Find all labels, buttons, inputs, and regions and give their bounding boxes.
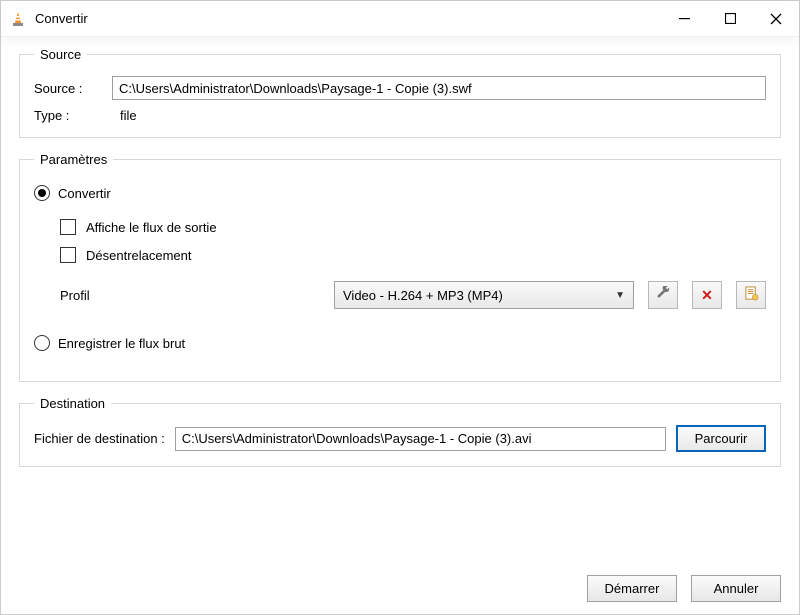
start-button-label: Démarrer [605, 581, 660, 596]
destination-input[interactable] [175, 427, 666, 451]
titlebar: Convertir [1, 1, 799, 37]
minimize-button[interactable] [661, 1, 707, 36]
profile-select-value: Video - H.264 + MP3 (MP4) [343, 288, 503, 303]
profile-label: Profil [60, 288, 130, 303]
maximize-button[interactable] [707, 1, 753, 36]
source-legend: Source [34, 47, 87, 62]
source-label: Source : [34, 81, 104, 96]
vlc-icon [9, 10, 27, 28]
browse-button-label: Parcourir [695, 431, 748, 446]
start-button[interactable]: Démarrer [587, 575, 677, 602]
destination-legend: Destination [34, 396, 111, 411]
raw-radio-row[interactable]: Enregistrer le flux brut [34, 335, 766, 351]
convert-radio[interactable] [34, 185, 50, 201]
close-button[interactable] [753, 1, 799, 36]
convert-sub-options: Affiche le flux de sortie Désentrelaceme… [60, 219, 766, 263]
cancel-button-label: Annuler [714, 581, 759, 596]
type-label: Type : [34, 108, 104, 123]
show-output-label: Affiche le flux de sortie [86, 220, 217, 235]
profile-select[interactable]: Video - H.264 + MP3 (MP4) ▼ [334, 281, 634, 309]
deinterlace-label: Désentrelacement [86, 248, 192, 263]
type-row: Type : file [34, 108, 766, 123]
delete-icon: ✕ [701, 287, 713, 304]
convert-radio-row[interactable]: Convertir [34, 185, 766, 201]
cancel-button[interactable]: Annuler [691, 575, 781, 602]
parameters-group: Paramètres Convertir Affiche le flux de … [19, 152, 781, 382]
show-output-row[interactable]: Affiche le flux de sortie [60, 219, 766, 235]
new-profile-button[interactable] [736, 281, 766, 309]
source-row: Source : [34, 76, 766, 100]
type-value: file [120, 108, 137, 123]
parameters-legend: Paramètres [34, 152, 113, 167]
raw-radio-label: Enregistrer le flux brut [58, 336, 185, 351]
edit-profile-button[interactable] [648, 281, 678, 309]
source-group: Source Source : Type : file [19, 47, 781, 138]
wrench-icon [656, 286, 671, 304]
window-title: Convertir [35, 11, 661, 26]
convert-window: Convertir Source Source : Type : file [0, 0, 800, 615]
delete-profile-button[interactable]: ✕ [692, 281, 722, 309]
show-output-checkbox[interactable] [60, 219, 76, 235]
chevron-down-icon: ▼ [615, 290, 625, 301]
raw-radio[interactable] [34, 335, 50, 351]
deinterlace-row[interactable]: Désentrelacement [60, 247, 766, 263]
source-input[interactable] [112, 76, 766, 100]
destination-label: Fichier de destination : [34, 431, 165, 446]
deinterlace-checkbox[interactable] [60, 247, 76, 263]
content-area: Source Source : Type : file Paramètres C… [1, 37, 799, 573]
convert-radio-label: Convertir [58, 186, 111, 201]
destination-group: Destination Fichier de destination : Par… [19, 396, 781, 467]
window-controls [661, 1, 799, 36]
dialog-footer: Démarrer Annuler [1, 573, 799, 614]
document-icon [744, 286, 759, 304]
destination-row: Fichier de destination : Parcourir [34, 425, 766, 452]
profile-row: Profil Video - H.264 + MP3 (MP4) ▼ ✕ [60, 281, 766, 309]
browse-button[interactable]: Parcourir [676, 425, 766, 452]
